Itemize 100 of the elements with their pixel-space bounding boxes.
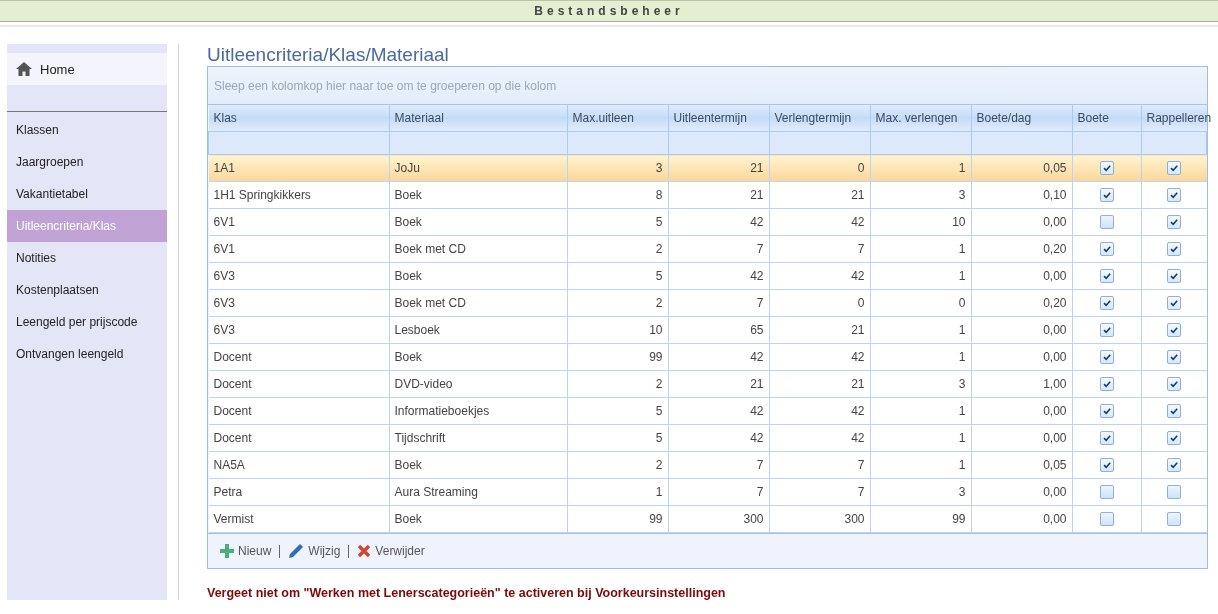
checkbox[interactable] — [1167, 161, 1181, 176]
checkbox[interactable] — [1167, 431, 1181, 446]
table-row[interactable]: 1H1 Springkikkers Boek 8 21 21 3 0,10 — [208, 181, 1207, 209]
checkbox[interactable] — [1099, 188, 1114, 203]
checkbox[interactable] — [1099, 323, 1114, 338]
table-row[interactable]: 6V1 Boek 5 42 42 10 0,00 — [208, 208, 1207, 236]
table-row[interactable]: Docent DVD-video 2 21 21 3 1,00 — [208, 370, 1207, 398]
sidebar-item[interactable]: Klassen — [7, 114, 167, 146]
table-row[interactable]: Petra Aura Streaming 1 7 7 3 0,00 — [208, 478, 1207, 506]
table-cell: 10 — [649, 323, 663, 337]
table-row[interactable]: NA5A Boek 2 7 7 1 0,05 — [208, 451, 1207, 479]
table-cell: 6V1 — [213, 242, 235, 256]
table-cell: 1,00 — [1043, 377, 1067, 391]
table-row[interactable]: 6V3 Boek met CD 2 7 0 0 0,20 — [208, 289, 1207, 317]
column-header[interactable]: Max. verlengen — [870, 105, 971, 132]
column-header[interactable]: Materiaal — [389, 105, 567, 132]
table-row[interactable]: Docent Tijdschrift 5 42 42 1 0,00 — [208, 424, 1207, 452]
table-cell: 6V3 — [213, 269, 235, 283]
table-cell: 1 — [958, 350, 966, 364]
table-cell: 1 — [958, 242, 966, 256]
table-row[interactable]: 6V3 Boek 5 42 42 1 0,00 — [208, 262, 1207, 290]
checkbox[interactable] — [1167, 296, 1181, 311]
table-cell: NA5A — [213, 458, 245, 472]
table-cell: 6V3 — [213, 296, 235, 310]
warning-text: Vergeet niet om "Werken met Lenerscategorieën" te activeren bij Voorkeursinstellingen — [207, 586, 727, 600]
table-row[interactable]: Docent Informatieboekjes 5 42 42 1 0,00 — [208, 397, 1207, 425]
table-row[interactable]: Vermist Boek 99 300 300 99 0,00 — [208, 505, 1207, 533]
table-cell: 99 — [952, 512, 966, 526]
table-cell: 1 — [958, 404, 966, 418]
table-cell: 42 — [851, 215, 865, 229]
table-cell: 5 — [655, 404, 663, 418]
table-cell: 1H1 Springkikkers — [213, 188, 311, 202]
checkbox[interactable] — [1167, 269, 1181, 284]
checkbox[interactable] — [1099, 242, 1114, 257]
table-cell: 65 — [750, 323, 764, 337]
plus-icon — [220, 544, 234, 558]
checkbox[interactable] — [1167, 242, 1181, 257]
checkbox[interactable] — [1167, 485, 1181, 500]
column-header[interactable]: Boete — [1072, 105, 1141, 132]
table-cell: 21 — [851, 188, 865, 202]
action-link[interactable]: Verwijder — [357, 544, 425, 558]
checkbox[interactable] — [1167, 215, 1181, 230]
table-cell: 5 — [655, 269, 663, 283]
table-cell: Boek — [394, 188, 422, 202]
table-cell: 5 — [655, 215, 663, 229]
table-cell: 21 — [851, 377, 865, 391]
table-cell: Vermist — [213, 512, 254, 526]
checkbox[interactable] — [1167, 512, 1181, 527]
action-link[interactable]: Wijzig — [288, 543, 341, 559]
table-cell: 0,05 — [1043, 161, 1067, 175]
sidebar-item[interactable]: Leengeld per prijscode — [7, 306, 167, 338]
column-header[interactable]: Max.uitleen — [567, 105, 668, 132]
checkbox[interactable] — [1099, 350, 1114, 365]
table-cell: 42 — [851, 269, 865, 283]
column-header[interactable]: Boete/dag — [971, 105, 1072, 132]
table-cell: 300 — [743, 512, 764, 526]
checkbox[interactable] — [1099, 161, 1114, 176]
page-title: Uitleencriteria/Klas/Materiaal — [207, 44, 450, 66]
checkbox[interactable] — [1099, 431, 1114, 446]
table-cell: 2 — [655, 296, 663, 310]
table-cell: 99 — [649, 512, 663, 526]
checkbox[interactable] — [1099, 377, 1114, 392]
table-cell: 0,05 — [1043, 458, 1067, 472]
checkbox[interactable] — [1167, 188, 1181, 203]
table-row[interactable]: 6V1 Boek met CD 2 7 7 1 0,20 — [208, 235, 1207, 263]
checkbox[interactable] — [1099, 296, 1114, 311]
checkbox[interactable] — [1099, 269, 1114, 284]
table-cell: 1 — [958, 161, 966, 175]
sidebar-item[interactable]: Vakantietabel — [7, 178, 167, 210]
table-cell: 42 — [750, 431, 764, 445]
table-cell: JoJu — [394, 161, 420, 175]
table-row[interactable]: 6V3 Lesboek 10 65 21 1 0,00 — [208, 316, 1207, 344]
action-link[interactable]: Nieuw — [220, 544, 272, 558]
home-link[interactable]: Home — [7, 53, 167, 85]
checkbox[interactable] — [1167, 350, 1181, 365]
table-cell: 0,00 — [1043, 350, 1067, 364]
table-cell: 5 — [655, 431, 663, 445]
sidebar-item[interactable]: Kostenplaatsen — [7, 274, 167, 306]
sidebar-item[interactable]: Notities — [7, 242, 167, 274]
sidebar-item[interactable]: Ontvangen leengeld — [7, 338, 167, 370]
checkbox[interactable] — [1099, 485, 1114, 500]
checkbox[interactable] — [1167, 404, 1181, 419]
table-row[interactable]: Docent Boek 99 42 42 1 0,00 — [208, 343, 1207, 371]
table-cell: 6V3 — [213, 323, 235, 337]
table-cell: 42 — [750, 404, 764, 418]
table-cell: 7 — [857, 458, 865, 472]
column-header[interactable]: Verlengtermijn — [769, 105, 870, 132]
checkbox[interactable] — [1167, 323, 1181, 338]
column-header[interactable]: Uitleentermijn — [668, 105, 769, 132]
checkbox[interactable] — [1099, 458, 1114, 473]
checkbox[interactable] — [1099, 512, 1114, 527]
column-header[interactable]: Klas — [208, 105, 389, 132]
checkbox[interactable] — [1099, 404, 1114, 419]
table-cell: 0,00 — [1043, 269, 1067, 283]
checkbox[interactable] — [1167, 458, 1181, 473]
checkbox[interactable] — [1167, 377, 1181, 392]
table-cell: 2 — [655, 377, 663, 391]
checkbox[interactable] — [1099, 215, 1114, 230]
sidebar-item[interactable]: Jaargroepen — [7, 146, 167, 178]
selected-row[interactable]: 1A1 JoJu 3 21 0 1 0,05 — [208, 154, 1207, 182]
